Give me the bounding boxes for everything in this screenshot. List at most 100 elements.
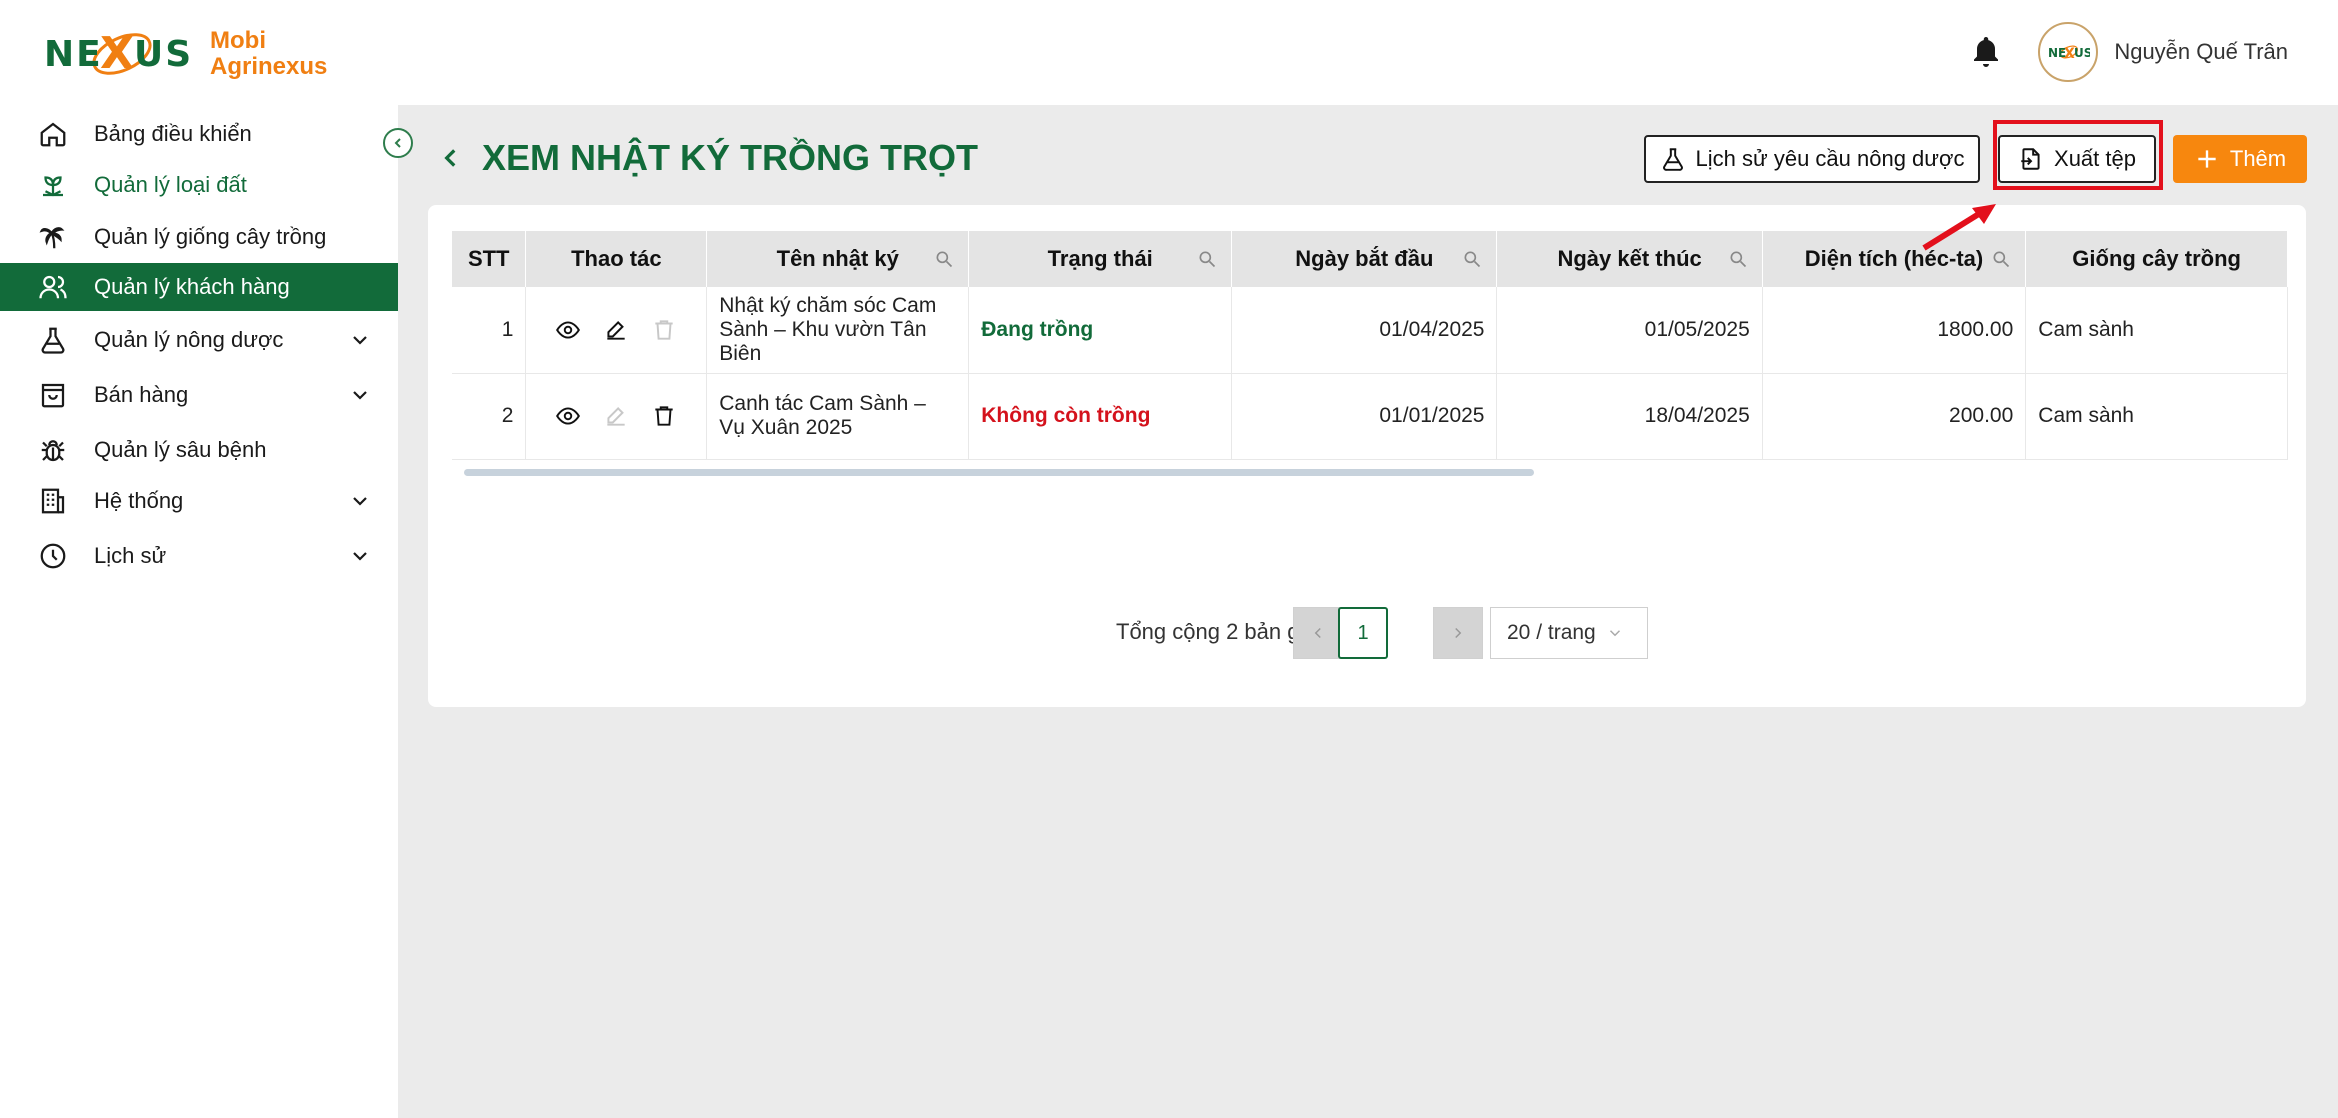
chevron-down-icon (1609, 630, 1620, 637)
sidebar-collapse-button[interactable] (383, 128, 413, 158)
table-row: 1 Nhật ký chăm sóc Cam Sành – Khu vườn T… (452, 287, 2288, 374)
cell-status: Đang trồng (968, 287, 1233, 374)
sidebar-item-pesticides[interactable]: Quản lý nông dược (0, 316, 398, 364)
app-logo[interactable]: NE X US Mobi Agrinexus (42, 18, 327, 90)
flask-icon (1662, 148, 1683, 171)
column-header-label: Tên nhật ký (776, 246, 899, 271)
sidebar-item-label: Quản lý khách hàng (94, 274, 290, 299)
table-header-row: STT Thao tác Tên nhật ký Trạng thái Ngày… (452, 231, 2288, 287)
pesticide-request-history-button[interactable]: Lịch sử yêu cầu nông dược (1644, 135, 1980, 183)
crop-diary-table: STT Thao tác Tên nhật ký Trạng thái Ngày… (452, 231, 2288, 460)
total-records: Tổng cộng 2 bản ghi (1116, 619, 1317, 644)
cell-stt: 2 (452, 373, 527, 460)
page-size-value: 20 / trang (1507, 621, 1596, 644)
avatar-logo-icon: NE X US (2048, 45, 2090, 62)
pagination: Tổng cộng 2 bản ghi 1 20 / trang (428, 607, 2306, 659)
main-content: XEM NHẬT KÝ TRỒNG TRỌT Lịch sử yêu cầu n… (398, 105, 2338, 1118)
sidebar-item-label: Quản lý nông dược (94, 327, 284, 352)
page-title-text: XEM NHẬT KÝ TRỒNG TRỌT (482, 137, 978, 178)
cell-name: Canh tác Cam Sành – Vụ Xuân 2025 (706, 373, 970, 460)
sidebar-item-label: Lịch sử (94, 543, 167, 568)
cell-variety: Cam sành (2025, 373, 2288, 460)
search-icon[interactable] (1728, 249, 1748, 269)
flask-icon (36, 323, 70, 357)
sidebar: Bảng điều khiển Quản lý loại đất Quản lý… (0, 105, 398, 1118)
page-size-select[interactable]: 20 / trang (1490, 607, 1648, 659)
clock-icon (36, 539, 70, 573)
add-label: Thêm (2229, 146, 2287, 171)
cell-actions (525, 373, 708, 460)
sidebar-item-crop-varieties[interactable]: Quản lý giống cây trồng (0, 213, 398, 261)
page-title: XEM NHẬT KÝ TRỒNG TRỌT (438, 133, 978, 183)
cell-end-date: 01/05/2025 (1496, 287, 1763, 374)
crop-diary-table-card: STT Thao tác Tên nhật ký Trạng thái Ngày… (428, 205, 2306, 707)
chevron-right-icon (1455, 627, 1462, 639)
delete-icon (655, 320, 674, 340)
header-user-area: NE X US Nguyễn Quế Trân (1968, 20, 2288, 84)
sidebar-item-history[interactable]: Lịch sử (0, 532, 398, 580)
palm-tree-icon (36, 220, 70, 254)
cell-variety: Cam sành (2025, 287, 2288, 374)
app-name-line1: Mobi (210, 27, 266, 54)
home-icon (36, 117, 70, 151)
eye-icon[interactable] (555, 317, 581, 343)
sprout-icon (36, 168, 70, 202)
cell-start-date: 01/01/2025 (1231, 373, 1498, 460)
horizontal-scrollbar[interactable] (464, 469, 1534, 476)
prev-page-button (1293, 607, 1343, 659)
next-page-button (1433, 607, 1483, 659)
column-header-variety: Giống cây trồng (2025, 231, 2288, 287)
search-icon[interactable] (1991, 249, 2011, 269)
sidebar-item-sales[interactable]: Bán hàng (0, 371, 398, 419)
sidebar-item-label: Bán hàng (94, 382, 189, 407)
column-header-name: Tên nhật ký (706, 231, 970, 287)
column-header-label: Ngày bắt đầu (1295, 246, 1434, 271)
search-icon[interactable] (1197, 249, 1217, 269)
sidebar-item-dashboard[interactable]: Bảng điều khiển (0, 110, 398, 158)
app-name-line2: Agrinexus (210, 53, 328, 80)
edit-icon (607, 407, 626, 426)
search-icon[interactable] (934, 249, 954, 269)
bell-icon[interactable] (1968, 34, 2004, 70)
avatar[interactable]: NE X US (2038, 22, 2099, 82)
bug-icon (36, 433, 70, 467)
cell-end-date: 18/04/2025 (1496, 373, 1763, 460)
chevron-down-icon (353, 391, 367, 400)
sidebar-item-customers[interactable]: Quản lý khách hàng (0, 263, 398, 311)
chevron-left-icon (394, 138, 401, 148)
user-name[interactable]: Nguyễn Quế Trân (2114, 39, 2288, 65)
column-header-status: Trạng thái (968, 231, 1233, 287)
delete-icon[interactable] (651, 403, 677, 429)
sidebar-item-label: Quản lý giống cây trồng (94, 224, 327, 249)
column-header-label: Trạng thái (1047, 246, 1153, 271)
table-row: 2 Canh tác Cam Sành – Vụ Xuân 2025 Không… (452, 373, 2288, 460)
building-icon (36, 484, 70, 518)
back-chevron-icon[interactable] (438, 145, 464, 171)
sidebar-item-soil-types[interactable]: Quản lý loại đất (0, 161, 398, 209)
eye-icon[interactable] (555, 403, 581, 429)
svg-text:US: US (134, 34, 192, 75)
cell-actions (525, 287, 708, 374)
pesticide-request-history-label: Lịch sử yêu cầu nông dược (1695, 146, 1965, 171)
app-name: Mobi Agrinexus (210, 28, 327, 80)
sidebar-item-label: Bảng điều khiển (94, 121, 252, 146)
sidebar-item-label: Hệ thống (94, 488, 184, 513)
sidebar-item-pests[interactable]: Quản lý sâu bệnh (0, 426, 398, 474)
export-highlight-box (1993, 120, 2163, 190)
add-button[interactable]: Thêm (2173, 135, 2307, 183)
cell-start-date: 01/04/2025 (1231, 287, 1498, 374)
cell-stt: 1 (452, 287, 527, 374)
column-header-start-date: Ngày bắt đầu (1231, 231, 1498, 287)
sidebar-item-label: Quản lý sâu bệnh (94, 437, 267, 462)
search-icon[interactable] (1462, 249, 1482, 269)
page-number-current[interactable]: 1 (1338, 607, 1388, 659)
column-header-label: Ngày kết thúc (1557, 246, 1702, 271)
chevron-down-icon (353, 552, 367, 561)
chevron-down-icon (353, 497, 367, 506)
cell-area: 200.00 (1762, 373, 2027, 460)
column-header-actions: Thao tác (525, 231, 708, 287)
sidebar-item-system[interactable]: Hệ thống (0, 477, 398, 525)
chevron-left-icon (1314, 627, 1321, 639)
nexus-logo-mark: NE X US (44, 28, 192, 79)
edit-icon[interactable] (603, 317, 629, 343)
